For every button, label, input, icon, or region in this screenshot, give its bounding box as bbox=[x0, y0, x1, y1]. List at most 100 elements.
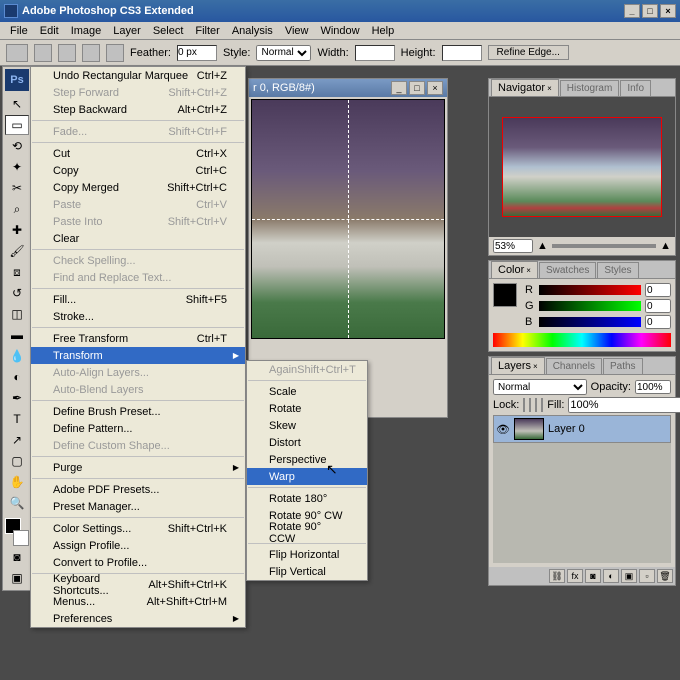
menu-preset-manager[interactable]: Preset Manager... bbox=[31, 498, 245, 515]
background-color-icon[interactable] bbox=[13, 530, 29, 546]
layer-name[interactable]: Layer 0 bbox=[548, 423, 585, 435]
tab-color[interactable]: Color× bbox=[491, 261, 538, 278]
menu-undo[interactable]: Undo Rectangular MarqueeCtrl+Z bbox=[31, 67, 245, 84]
menu-define-pattern[interactable]: Define Pattern... bbox=[31, 420, 245, 437]
menu-stroke[interactable]: Stroke... bbox=[31, 308, 245, 325]
selection-new-icon[interactable] bbox=[34, 44, 52, 62]
color-fg-swatch[interactable] bbox=[493, 283, 517, 307]
eraser-tool-icon[interactable]: ◫ bbox=[5, 304, 29, 324]
menu-step-backward[interactable]: Step BackwardAlt+Ctrl+Z bbox=[31, 101, 245, 118]
document-titlebar[interactable]: r 0, RGB/8#) _ □ × bbox=[249, 79, 447, 97]
navigator-preview[interactable] bbox=[489, 97, 675, 237]
doc-minimize-button[interactable]: _ bbox=[391, 81, 407, 95]
r-input[interactable] bbox=[645, 283, 671, 297]
new-layer-icon[interactable]: ▫ bbox=[639, 569, 655, 583]
selection-add-icon[interactable] bbox=[58, 44, 76, 62]
lock-all-icon[interactable] bbox=[541, 398, 543, 412]
tab-layers[interactable]: Layers× bbox=[491, 357, 545, 374]
menu-clear[interactable]: Clear bbox=[31, 230, 245, 247]
blend-mode-select[interactable]: Normal bbox=[493, 379, 587, 395]
hand-tool-icon[interactable]: ✋ bbox=[5, 472, 29, 492]
new-group-icon[interactable]: ▣ bbox=[621, 569, 637, 583]
menu-convert-profile[interactable]: Convert to Profile... bbox=[31, 554, 245, 571]
fill-input[interactable] bbox=[568, 397, 680, 413]
menu-copy[interactable]: CopyCtrl+C bbox=[31, 162, 245, 179]
selection-intersect-icon[interactable] bbox=[106, 44, 124, 62]
menu-paste[interactable]: PasteCtrl+V bbox=[31, 196, 245, 213]
pen-tool-icon[interactable]: ✒ bbox=[5, 388, 29, 408]
style-select[interactable]: Normal bbox=[256, 45, 311, 61]
link-layers-icon[interactable]: ⛓ bbox=[549, 569, 565, 583]
menu-purge[interactable]: Purge▶ bbox=[31, 459, 245, 476]
marquee-tool-preset-icon[interactable] bbox=[6, 44, 28, 62]
menu-view[interactable]: View bbox=[279, 25, 315, 37]
height-input[interactable] bbox=[442, 45, 482, 61]
tab-info[interactable]: Info bbox=[620, 80, 651, 96]
menu-select[interactable]: Select bbox=[147, 25, 190, 37]
menu-file[interactable]: File bbox=[4, 25, 34, 37]
menu-color-settings[interactable]: Color Settings...Shift+Ctrl+K bbox=[31, 520, 245, 537]
stamp-tool-icon[interactable]: ⧈ bbox=[5, 262, 29, 282]
minimize-button[interactable]: _ bbox=[624, 4, 640, 18]
menu-step-forward[interactable]: Step ForwardShift+Ctrl+Z bbox=[31, 84, 245, 101]
menu-free-transform[interactable]: Free TransformCtrl+T bbox=[31, 330, 245, 347]
layer-thumbnail[interactable] bbox=[514, 418, 544, 440]
menu-image[interactable]: Image bbox=[65, 25, 108, 37]
path-tool-icon[interactable]: ↗ bbox=[5, 430, 29, 450]
dodge-tool-icon[interactable]: ◐ bbox=[5, 367, 29, 387]
document-canvas[interactable] bbox=[251, 99, 445, 339]
eyedropper-tool-icon[interactable]: ⌕ bbox=[5, 199, 29, 219]
wand-tool-icon[interactable]: ✦ bbox=[5, 157, 29, 177]
color-spectrum[interactable] bbox=[493, 333, 671, 347]
opacity-input[interactable] bbox=[635, 380, 671, 394]
b-input[interactable] bbox=[645, 315, 671, 329]
submenu-skew[interactable]: Skew bbox=[247, 417, 367, 434]
visibility-icon[interactable]: 👁 bbox=[496, 423, 510, 436]
quickmask-tool-icon[interactable]: ◙ bbox=[5, 547, 29, 567]
blur-tool-icon[interactable]: 💧 bbox=[5, 346, 29, 366]
gradient-tool-icon[interactable]: ▬ bbox=[5, 325, 29, 345]
menu-paste-into[interactable]: Paste IntoShift+Ctrl+V bbox=[31, 213, 245, 230]
menu-filter[interactable]: Filter bbox=[189, 25, 225, 37]
r-slider[interactable] bbox=[539, 285, 641, 295]
tab-navigator[interactable]: Navigator× bbox=[491, 79, 559, 96]
menu-cut[interactable]: CutCtrl+X bbox=[31, 145, 245, 162]
doc-close-button[interactable]: × bbox=[427, 81, 443, 95]
g-slider[interactable] bbox=[539, 301, 641, 311]
menu-edit[interactable]: Edit bbox=[34, 25, 65, 37]
crop-tool-icon[interactable]: ✂ bbox=[5, 178, 29, 198]
menu-auto-align[interactable]: Auto-Align Layers... bbox=[31, 364, 245, 381]
menu-find-replace[interactable]: Find and Replace Text... bbox=[31, 269, 245, 286]
zoom-tool-icon[interactable]: 🔍 bbox=[5, 493, 29, 513]
menu-fill[interactable]: Fill...Shift+F5 bbox=[31, 291, 245, 308]
menu-layer[interactable]: Layer bbox=[107, 25, 147, 37]
g-input[interactable] bbox=[645, 299, 671, 313]
brush-tool-icon[interactable]: 🖌 bbox=[5, 241, 29, 261]
layer-mask-icon[interactable]: ◙ bbox=[585, 569, 601, 583]
menu-help[interactable]: Help bbox=[366, 25, 401, 37]
menu-check-spelling[interactable]: Check Spelling... bbox=[31, 252, 245, 269]
doc-maximize-button[interactable]: □ bbox=[409, 81, 425, 95]
submenu-perspective[interactable]: Perspective bbox=[247, 451, 367, 468]
menu-keyboard-shortcuts[interactable]: Keyboard Shortcuts...Alt+Shift+Ctrl+K bbox=[31, 576, 245, 593]
move-tool-icon[interactable]: ↖ bbox=[5, 94, 29, 114]
tab-paths[interactable]: Paths bbox=[603, 358, 643, 374]
menu-copy-merged[interactable]: Copy MergedShift+Ctrl+C bbox=[31, 179, 245, 196]
tab-channels[interactable]: Channels bbox=[546, 358, 602, 374]
lock-transparency-icon[interactable] bbox=[523, 398, 525, 412]
b-slider[interactable] bbox=[539, 317, 641, 327]
submenu-flip-horizontal[interactable]: Flip Horizontal bbox=[247, 546, 367, 563]
tab-styles[interactable]: Styles bbox=[597, 262, 638, 278]
menu-menus[interactable]: Menus...Alt+Shift+Ctrl+M bbox=[31, 593, 245, 610]
menu-preferences[interactable]: Preferences▶ bbox=[31, 610, 245, 627]
submenu-rotate-180[interactable]: Rotate 180° bbox=[247, 490, 367, 507]
tab-swatches[interactable]: Swatches bbox=[539, 262, 596, 278]
zoom-in-icon[interactable]: ▲ bbox=[660, 240, 671, 252]
lasso-tool-icon[interactable]: ⟲ bbox=[5, 136, 29, 156]
adjustment-layer-icon[interactable]: ◐ bbox=[603, 569, 619, 583]
submenu-distort[interactable]: Distort bbox=[247, 434, 367, 451]
menu-window[interactable]: Window bbox=[314, 25, 365, 37]
submenu-rotate[interactable]: Rotate bbox=[247, 400, 367, 417]
layer-style-icon[interactable]: fx bbox=[567, 569, 583, 583]
delete-layer-icon[interactable]: 🗑 bbox=[657, 569, 673, 583]
